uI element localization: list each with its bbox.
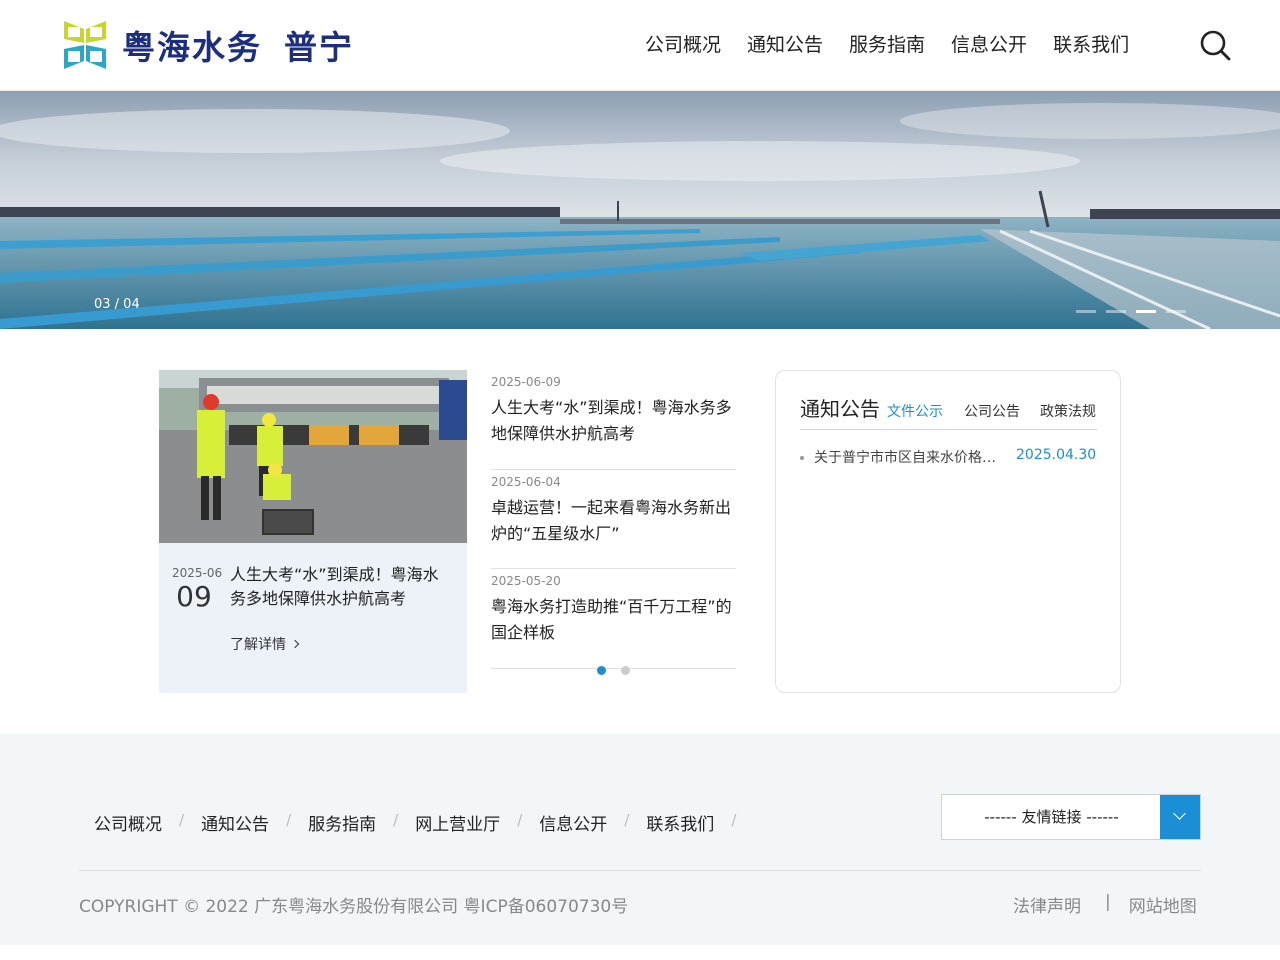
notice-item-date: 2025.04.30 [1016, 447, 1097, 463]
news-list: 2025-06-09 人生大考“水”到渠成！粤海水务多地保障供水护航高考 202… [491, 370, 736, 669]
featured-news-year-month: 2025-06 [172, 566, 223, 580]
banner-dot-4[interactable] [1166, 310, 1186, 313]
news-list-item[interactable]: 2025-05-20 粤海水务打造助推“百千万工程”的国企样板 [491, 569, 736, 669]
friendly-links-select[interactable]: ------ 友情链接 ------ [941, 794, 1201, 840]
news-page-dot-2[interactable] [621, 666, 630, 675]
read-more-link[interactable]: 了解详情 [230, 634, 300, 654]
news-title[interactable]: 人生大考“水”到渠成！粤海水务多地保障供水护航高考 [491, 395, 736, 447]
logo-subtitle: 普宁 [284, 28, 354, 67]
copyright-text: COPYRIGHT © 2022 广东粤海水务股份有限公司 粤ICP备06070… [79, 897, 629, 917]
main-nav: 公司概况 通知公告 服务指南 信息公开 联系我们 [645, 30, 1155, 60]
bullet-icon [800, 456, 804, 460]
notice-header: 通知公告 文件公示 公司公告 政策法规 [800, 393, 1097, 430]
news-list-item[interactable]: 2025-06-09 人生大考“水”到渠成！粤海水务多地保障供水护航高考 [491, 370, 736, 470]
footer-nav-separator: / [179, 811, 185, 829]
news-title[interactable]: 卓越运营！一起来看粤海水务新出炉的“五星级水厂” [491, 495, 736, 547]
footer-legal-links: 法律声明 | 网站地图 [1013, 892, 1197, 917]
nav-contact-us[interactable]: 联系我们 [1053, 30, 1129, 60]
footer-divider [79, 870, 1201, 871]
featured-news-card[interactable]: 2025-06 09 人生大考“水”到渠成！粤海水务多地保障供水护航高考 了解详… [159, 370, 467, 693]
banner-dot-1[interactable] [1076, 310, 1096, 313]
nav-information-disclosure[interactable]: 信息公开 [951, 30, 1027, 60]
nav-company-overview[interactable]: 公司概况 [645, 30, 721, 60]
notice-item-title[interactable]: 关于普宁市市区自来水价格调整的公示 [814, 447, 1000, 467]
news-date: 2025-06-09 [491, 375, 561, 389]
news-pagination [597, 666, 645, 675]
friendly-links-label: ------ 友情链接 ------ [984, 808, 1119, 826]
footer-nav-contact-us[interactable]: 联系我们 [646, 810, 714, 835]
banner-dot-3[interactable] [1136, 310, 1156, 313]
notice-list-item[interactable]: 关于普宁市市区自来水价格调整的公示 2025.04.30 [800, 447, 1097, 467]
featured-news-title[interactable]: 人生大考“水”到渠成！粤海水务多地保障供水护航高考 [230, 563, 450, 611]
site-footer: 公司概况 / 通知公告 / 服务指南 / 网上营业厅 / 信息公开 / 联系我们… [0, 734, 1280, 945]
news-title[interactable]: 粤海水务打造助推“百千万工程”的国企样板 [491, 594, 736, 646]
footer-nav-separator: / [286, 811, 292, 829]
footer-nav-separator: / [624, 811, 630, 829]
legal-statement-link[interactable]: 法律声明 [1013, 892, 1081, 917]
tab-company-announcements[interactable]: 公司公告 [964, 401, 1020, 421]
nav-service-guide[interactable]: 服务指南 [849, 30, 925, 60]
nav-notices[interactable]: 通知公告 [747, 30, 823, 60]
news-date: 2025-06-04 [491, 474, 561, 489]
news-date: 2025-05-20 [491, 574, 561, 588]
site-header: 粤海水务 普宁 公司概况 通知公告 服务指南 信息公开 联系我们 [0, 0, 1280, 91]
search-icon[interactable] [1199, 29, 1231, 61]
notice-panel: 通知公告 文件公示 公司公告 政策法规 关于普宁市市区自来水价格调整的公示 20… [775, 370, 1121, 693]
notice-title: 通知公告 [800, 397, 880, 421]
footer-nav-information-disclosure[interactable]: 信息公开 [539, 810, 607, 835]
logo-text: 粤海水务 [122, 28, 262, 67]
chevron-right-icon [290, 639, 300, 649]
featured-news-day: 09 [176, 580, 212, 613]
footer-nav-service-guide[interactable]: 服务指南 [308, 810, 376, 835]
featured-news-date: 2025-06 09 [172, 566, 223, 613]
footer-nav-separator: / [517, 811, 523, 829]
footer-nav: 公司概况 / 通知公告 / 服务指南 / 网上营业厅 / 信息公开 / 联系我们… [94, 810, 753, 835]
footer-nav-separator: / [731, 811, 737, 829]
tab-file-publicity[interactable]: 文件公示 [887, 401, 943, 421]
site-logo[interactable]: 粤海水务 普宁 [62, 18, 354, 72]
hero-banner[interactable]: 03 / 04 [0, 91, 1280, 329]
footer-nav-online-hall[interactable]: 网上营业厅 [415, 810, 500, 835]
footer-nav-notices[interactable]: 通知公告 [201, 810, 269, 835]
chevron-down-icon [1173, 807, 1186, 820]
banner-dot-2[interactable] [1106, 310, 1126, 313]
slide-counter: 03 / 04 [94, 297, 140, 312]
banner-pagination [1076, 310, 1196, 313]
featured-news-image [159, 370, 467, 543]
footer-nav-company-overview[interactable]: 公司概况 [94, 810, 162, 835]
news-page-dot-1[interactable] [597, 666, 606, 675]
sitemap-link[interactable]: 网站地图 [1129, 892, 1197, 917]
read-more-label: 了解详情 [230, 637, 286, 653]
banner-image [0, 91, 1280, 329]
footer-link-divider: | [1105, 892, 1111, 912]
news-list-item[interactable]: 2025-06-04 卓越运营！一起来看粤海水务新出炉的“五星级水厂” [491, 470, 736, 569]
friendly-links-toggle[interactable] [1160, 795, 1200, 839]
footer-nav-separator: / [393, 811, 399, 829]
logo-mark-icon [64, 21, 106, 69]
tab-policies-regulations[interactable]: 政策法规 [1040, 401, 1096, 421]
